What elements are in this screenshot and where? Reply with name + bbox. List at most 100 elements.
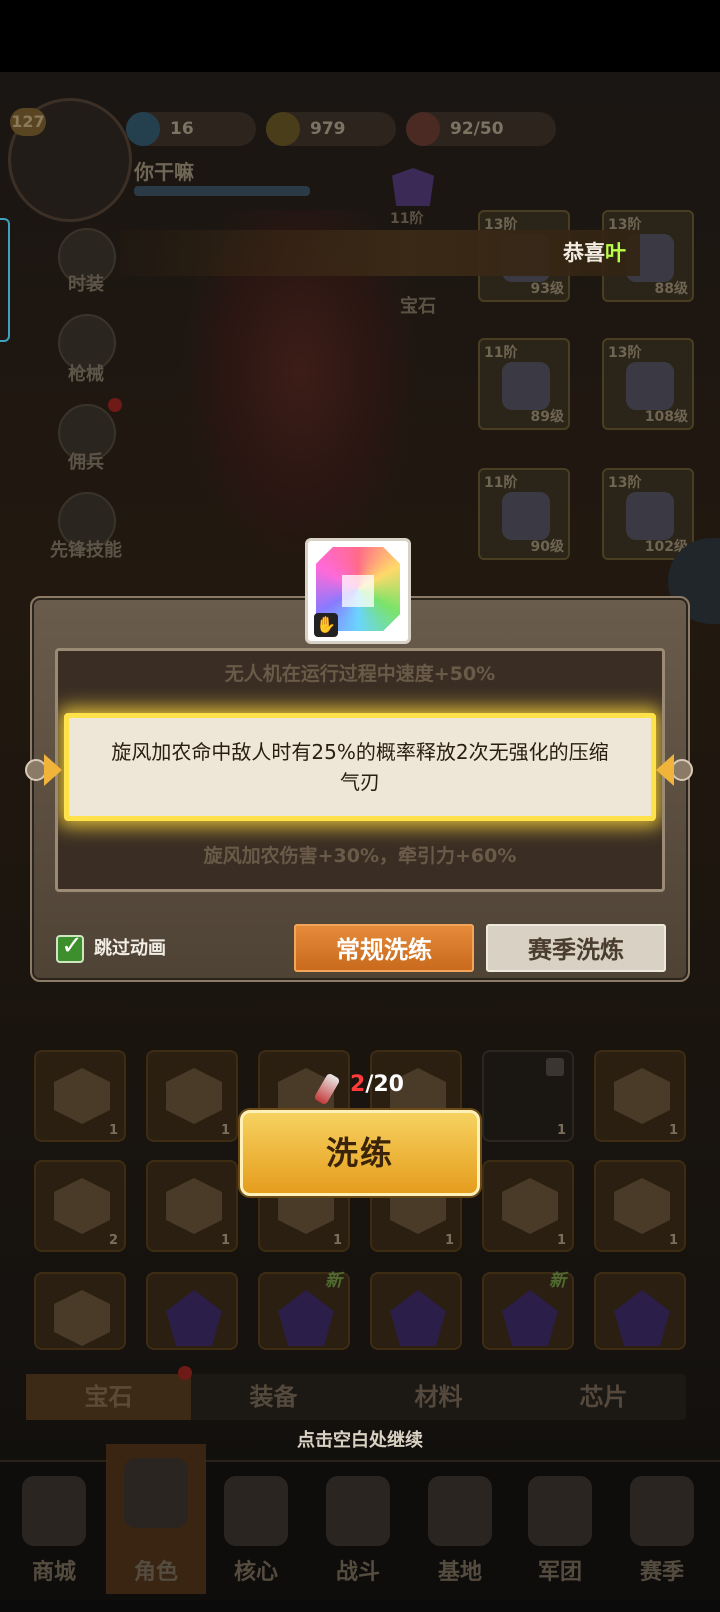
notification-dot bbox=[108, 398, 122, 412]
meat-icon bbox=[406, 112, 440, 146]
equip-slot[interactable]: 11阶 90级 bbox=[478, 468, 570, 560]
inventory-slot[interactable] bbox=[34, 1272, 126, 1350]
congrats-player: 叶 bbox=[605, 241, 626, 265]
season-icon bbox=[630, 1476, 694, 1546]
season-refine-button[interactable]: 赛季洗炼 bbox=[486, 924, 666, 972]
skip-animation-checkbox[interactable]: ✓ bbox=[56, 931, 84, 963]
nav-character[interactable]: 角色 bbox=[106, 1444, 206, 1594]
purple-gem-icon bbox=[166, 1290, 222, 1346]
equip-level: 108级 bbox=[644, 409, 688, 425]
slot-count: 1 bbox=[668, 1233, 678, 1248]
side-menu: 时装 枪械 佣兵 先锋技能 bbox=[36, 228, 136, 588]
side-item-mercenary[interactable]: 佣兵 bbox=[36, 448, 136, 474]
congrats-banner: 恭喜叶 bbox=[120, 230, 640, 276]
leg-armor-icon bbox=[626, 362, 674, 410]
slot-count: 1 bbox=[220, 1233, 230, 1248]
equip-level: 89级 bbox=[530, 409, 564, 425]
inventory-slot[interactable]: 新 bbox=[258, 1271, 350, 1350]
nav-base[interactable]: 基地 bbox=[410, 1462, 510, 1612]
gem-icon bbox=[614, 1068, 670, 1124]
equip-tier: 11阶 bbox=[484, 475, 518, 491]
purple-gem-icon bbox=[390, 1290, 446, 1346]
slot-count: 1 bbox=[556, 1233, 566, 1248]
equip-level: 88级 bbox=[654, 281, 688, 297]
nav-season[interactable]: 赛季 bbox=[612, 1462, 712, 1612]
gem-core bbox=[342, 575, 374, 607]
purple-gem-icon bbox=[502, 1290, 558, 1346]
gem-icon bbox=[54, 1068, 110, 1124]
option-selected[interactable]: 旋风加农命中敌人时有25%的概率释放2次无强化的压缩气刃 bbox=[64, 713, 656, 821]
inventory-slot[interactable]: 1 bbox=[146, 1050, 238, 1142]
slot-count: 1 bbox=[556, 1123, 566, 1138]
option-next[interactable]: 旋风加农伤害+30%，牵引力+60% bbox=[58, 841, 662, 868]
tab-equipment[interactable]: 装备 bbox=[191, 1374, 356, 1420]
nav-core[interactable]: 核心 bbox=[206, 1462, 306, 1612]
new-badge: 新 bbox=[549, 1271, 566, 1291]
nav-label: 角色 bbox=[133, 1560, 178, 1585]
nav-label: 核心 bbox=[233, 1560, 278, 1585]
refine-button[interactable]: 洗练 bbox=[240, 1110, 480, 1196]
nav-label: 商城 bbox=[31, 1560, 76, 1585]
shop-icon bbox=[22, 1476, 86, 1546]
inventory-slot[interactable]: 新 bbox=[482, 1271, 574, 1350]
nav-shop[interactable]: 商城 bbox=[4, 1462, 104, 1612]
option-selected-text: 旋风加农命中敌人时有25%的概率释放2次无强化的压缩气刃 bbox=[111, 740, 609, 794]
equip-slot[interactable]: 13阶 108级 bbox=[602, 338, 694, 430]
slot-count: 1 bbox=[444, 1233, 454, 1248]
boots-icon bbox=[502, 492, 550, 540]
inventory-slot[interactable]: 1 bbox=[482, 1160, 574, 1252]
inventory-slot[interactable]: 2 bbox=[34, 1160, 126, 1252]
gem-icon bbox=[54, 1178, 110, 1234]
slot-count: 2 bbox=[108, 1233, 118, 1248]
tab-materials[interactable]: 材料 bbox=[356, 1374, 521, 1420]
arrow-left-icon[interactable] bbox=[24, 746, 62, 794]
diamond-icon bbox=[126, 112, 160, 146]
tab-gem[interactable]: 宝石 bbox=[26, 1374, 191, 1420]
refine-cost: 2/20 bbox=[350, 1072, 404, 1097]
character-icon bbox=[124, 1458, 188, 1528]
normal-refine-button[interactable]: 常规洗练 bbox=[294, 924, 474, 972]
side-item-guns[interactable]: 枪械 bbox=[36, 360, 136, 386]
inventory-slot[interactable] bbox=[146, 1272, 238, 1350]
side-item-vanguard-skill[interactable]: 先锋技能 bbox=[36, 536, 136, 562]
center-label: 宝石 bbox=[400, 296, 436, 317]
inventory-slot[interactable]: 1 bbox=[34, 1050, 126, 1142]
guns-icon bbox=[326, 1476, 390, 1546]
inventory-slot[interactable]: 1 bbox=[594, 1160, 686, 1252]
inventory-slot[interactable]: 1 bbox=[146, 1160, 238, 1252]
checkmark-icon: ✓ bbox=[61, 931, 83, 961]
stamina-counter[interactable]: 92/50 bbox=[406, 112, 556, 146]
slot-count: 1 bbox=[108, 1123, 118, 1138]
left-edge-tab[interactable] bbox=[0, 218, 10, 342]
gem-icon bbox=[166, 1068, 222, 1124]
congrats-text: 恭喜叶 bbox=[563, 230, 626, 276]
inventory-slot-locked[interactable]: 1 bbox=[482, 1050, 574, 1142]
inventory-slot[interactable] bbox=[370, 1272, 462, 1350]
coin-counter[interactable]: 979 bbox=[266, 112, 396, 146]
equip-slot[interactable]: 11阶 89级 bbox=[478, 338, 570, 430]
coin-value: 979 bbox=[310, 119, 346, 139]
inventory-tabs: 宝石 装备 材料 芯片 bbox=[26, 1366, 686, 1420]
inventory-slot[interactable]: 1 bbox=[594, 1050, 686, 1142]
skip-animation-label[interactable]: 跳过动画 bbox=[94, 935, 166, 963]
nav-battle[interactable]: 战斗 bbox=[308, 1462, 408, 1612]
inventory-slot[interactable] bbox=[594, 1272, 686, 1350]
level-badge: 127 bbox=[10, 108, 46, 136]
glove-tag-icon: ✋ bbox=[314, 613, 338, 637]
nav-label: 基地 bbox=[437, 1560, 482, 1585]
gem-value: 16 bbox=[170, 119, 194, 139]
refine-total: /20 bbox=[365, 1072, 404, 1097]
equip-tier: 13阶 bbox=[608, 345, 642, 361]
arrow-right-icon[interactable] bbox=[656, 746, 694, 794]
refine-used: 2 bbox=[350, 1072, 366, 1097]
option-prev[interactable]: 无人机在运行过程中速度+50% bbox=[58, 659, 662, 686]
chest-armor-icon bbox=[502, 362, 550, 410]
nav-legion[interactable]: 军团 bbox=[510, 1462, 610, 1612]
new-badge: 新 bbox=[325, 1271, 342, 1291]
core-icon bbox=[224, 1476, 288, 1546]
tab-chips[interactable]: 芯片 bbox=[521, 1374, 686, 1420]
rank-shield-icon bbox=[392, 168, 434, 206]
equip-slot[interactable]: 13阶 102级 bbox=[602, 468, 694, 560]
nav-label: 军团 bbox=[537, 1560, 582, 1585]
gem-counter[interactable]: 16 bbox=[126, 112, 256, 146]
